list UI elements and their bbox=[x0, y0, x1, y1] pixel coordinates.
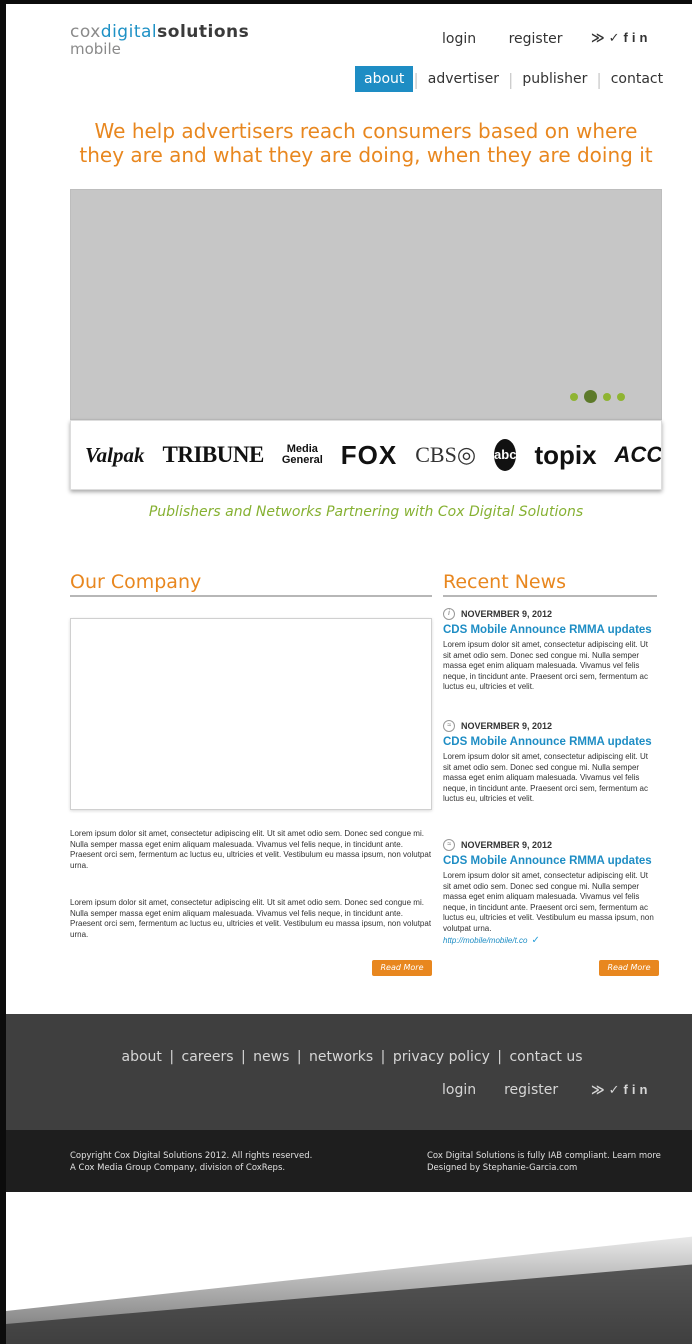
brand-logo[interactable]: coxdigitalsolutions mobile bbox=[70, 24, 249, 57]
copyright-line-2: A Cox Media Group Company, division of C… bbox=[70, 1163, 286, 1173]
footer-account-links: login register bbox=[442, 1082, 558, 1098]
facebook-icon[interactable]: f bbox=[624, 30, 632, 45]
nav-contact[interactable]: contact bbox=[602, 66, 672, 92]
partners-caption: Publishers and Networks Partnering with … bbox=[148, 504, 584, 520]
news-twitter-link-row: http://mobile/mobile/t.co ✓ bbox=[443, 935, 657, 946]
video-player[interactable] bbox=[70, 618, 432, 810]
logo-subtitle: mobile bbox=[70, 40, 121, 58]
footer-register-link[interactable]: register bbox=[504, 1082, 558, 1098]
top-links: login register bbox=[442, 31, 563, 47]
company-read-more-button[interactable]: Read More bbox=[372, 960, 432, 976]
slider-dot[interactable] bbox=[603, 392, 611, 401]
slider-dots bbox=[570, 390, 625, 403]
news-headline-link[interactable]: CDS Mobile Announce RMMA updates bbox=[443, 855, 657, 867]
news-rule bbox=[443, 595, 657, 597]
page-frame: coxdigitalsolutions mobile login registe… bbox=[0, 0, 692, 1344]
footer-link-about[interactable]: about bbox=[122, 1049, 162, 1065]
news-body: Lorem ipsum dolor sit amet, consectetur … bbox=[443, 752, 648, 803]
copyright-right: Cox Digital Solutions is fully IAB compl… bbox=[427, 1150, 661, 1174]
footer: about | careers | news | networks | priv… bbox=[6, 1014, 692, 1130]
rss-icon: ≈ bbox=[443, 839, 455, 851]
slider-dot[interactable] bbox=[570, 392, 578, 401]
news-headline-link[interactable]: CDS Mobile Announce RMMA updates bbox=[443, 624, 657, 636]
topix-logo: topix bbox=[534, 439, 597, 470]
logo-digital: digital bbox=[100, 22, 158, 42]
news-body: Lorem ipsum dolor sit amet, consectetur … bbox=[443, 640, 648, 691]
rss-icon[interactable]: ≫ bbox=[591, 30, 609, 45]
footer-link-privacy[interactable]: privacy policy bbox=[393, 1049, 490, 1065]
footer-social-icons: ≫✓fin bbox=[591, 1082, 651, 1098]
footer-login-link[interactable]: login bbox=[442, 1082, 476, 1098]
news-date-row: ≈ NOVERMBER 9, 2012 bbox=[443, 838, 657, 852]
news-item: ≈ NOVERMBER 9, 2012 CDS Mobile Announce … bbox=[443, 838, 657, 946]
footer-nav: about | careers | news | networks | priv… bbox=[121, 1049, 583, 1065]
news-title: Recent News bbox=[443, 571, 567, 593]
copyright-bar: Copyright Cox Digital Solutions 2012. Al… bbox=[6, 1130, 692, 1192]
company-rule bbox=[70, 595, 432, 597]
copyright-line-1: Copyright Cox Digital Solutions 2012. Al… bbox=[70, 1151, 313, 1161]
partner-logos: Valpak TRIBUNE Media General FOX CBS◎ abc… bbox=[70, 420, 662, 490]
news-item: ≈ NOVERMBER 9, 2012 CDS Mobile Announce … bbox=[443, 719, 657, 805]
nav-publisher[interactable]: publisher bbox=[513, 66, 596, 92]
news-date-row: i NOVERMBER 9, 2012 bbox=[443, 607, 657, 621]
news-read-more-button[interactable]: Read More bbox=[599, 960, 659, 976]
news-date: NOVERMBER 9, 2012 bbox=[461, 609, 553, 619]
company-paragraph-1: Lorem ipsum dolor sit amet, consectetur … bbox=[70, 829, 432, 870]
logo-cox: cox bbox=[70, 22, 101, 42]
footer-link-news[interactable]: news bbox=[253, 1049, 289, 1065]
twitter-icon[interactable]: ✓ bbox=[531, 935, 539, 946]
designer-credit[interactable]: Designed by Stephanie-Garcia.com bbox=[427, 1162, 661, 1174]
linkedin-icon[interactable]: in bbox=[632, 30, 652, 45]
media-general-line2: General bbox=[281, 454, 323, 466]
main-nav: about | advertiser | publisher | contact bbox=[355, 66, 672, 92]
slider-dot-active[interactable] bbox=[584, 390, 597, 403]
facebook-icon[interactable]: f bbox=[624, 1082, 632, 1097]
nav-advertiser[interactable]: advertiser bbox=[419, 66, 508, 92]
news-url-link[interactable]: http://mobile/mobile/t.co bbox=[443, 936, 527, 945]
accuweather-logo: ACCU bbox=[614, 442, 662, 467]
media-general-logo: Media General bbox=[282, 444, 323, 466]
headline: We help advertisers reach consumers base… bbox=[79, 119, 653, 167]
valpak-logo: Valpak bbox=[85, 442, 145, 467]
info-icon: i bbox=[443, 608, 455, 620]
rss-icon[interactable]: ≫ bbox=[591, 1082, 609, 1097]
top-social-icons: ≫✓fin bbox=[591, 30, 651, 46]
news-item: i NOVERMBER 9, 2012 CDS Mobile Announce … bbox=[443, 607, 657, 693]
footer-link-careers[interactable]: careers bbox=[182, 1049, 234, 1065]
tribune-logo: TRIBUNE bbox=[162, 442, 265, 467]
hero-slider[interactable] bbox=[70, 189, 662, 420]
rss-icon: ≈ bbox=[443, 720, 455, 732]
linkedin-icon[interactable]: in bbox=[632, 1082, 652, 1097]
register-link[interactable]: register bbox=[509, 31, 563, 47]
news-date-row: ≈ NOVERMBER 9, 2012 bbox=[443, 719, 657, 733]
twitter-icon[interactable]: ✓ bbox=[609, 30, 624, 45]
nav-about[interactable]: about bbox=[355, 66, 414, 92]
company-title: Our Company bbox=[70, 571, 202, 593]
news-date: NOVERMBER 9, 2012 bbox=[461, 721, 553, 731]
fox-logo: FOX bbox=[340, 439, 398, 470]
news-body: Lorem ipsum dolor sit amet, consectetur … bbox=[443, 871, 654, 933]
slider-dot[interactable] bbox=[617, 392, 625, 401]
footer-link-networks[interactable]: networks bbox=[309, 1049, 373, 1065]
iab-compliance-link[interactable]: Cox Digital Solutions is fully IAB compl… bbox=[427, 1150, 661, 1162]
company-paragraph-2: Lorem ipsum dolor sit amet, consectetur … bbox=[70, 898, 432, 939]
news-date: NOVERMBER 9, 2012 bbox=[461, 840, 553, 850]
footer-link-contact[interactable]: contact us bbox=[509, 1049, 582, 1065]
logo-solutions: solutions bbox=[157, 22, 250, 42]
copyright-left: Copyright Cox Digital Solutions 2012. Al… bbox=[70, 1150, 312, 1174]
cbs-logo: CBS◎ bbox=[415, 442, 477, 467]
abc-logo: abc bbox=[494, 439, 517, 471]
twitter-icon[interactable]: ✓ bbox=[609, 1082, 624, 1097]
news-headline-link[interactable]: CDS Mobile Announce RMMA updates bbox=[443, 736, 657, 748]
login-link[interactable]: login bbox=[442, 31, 476, 47]
